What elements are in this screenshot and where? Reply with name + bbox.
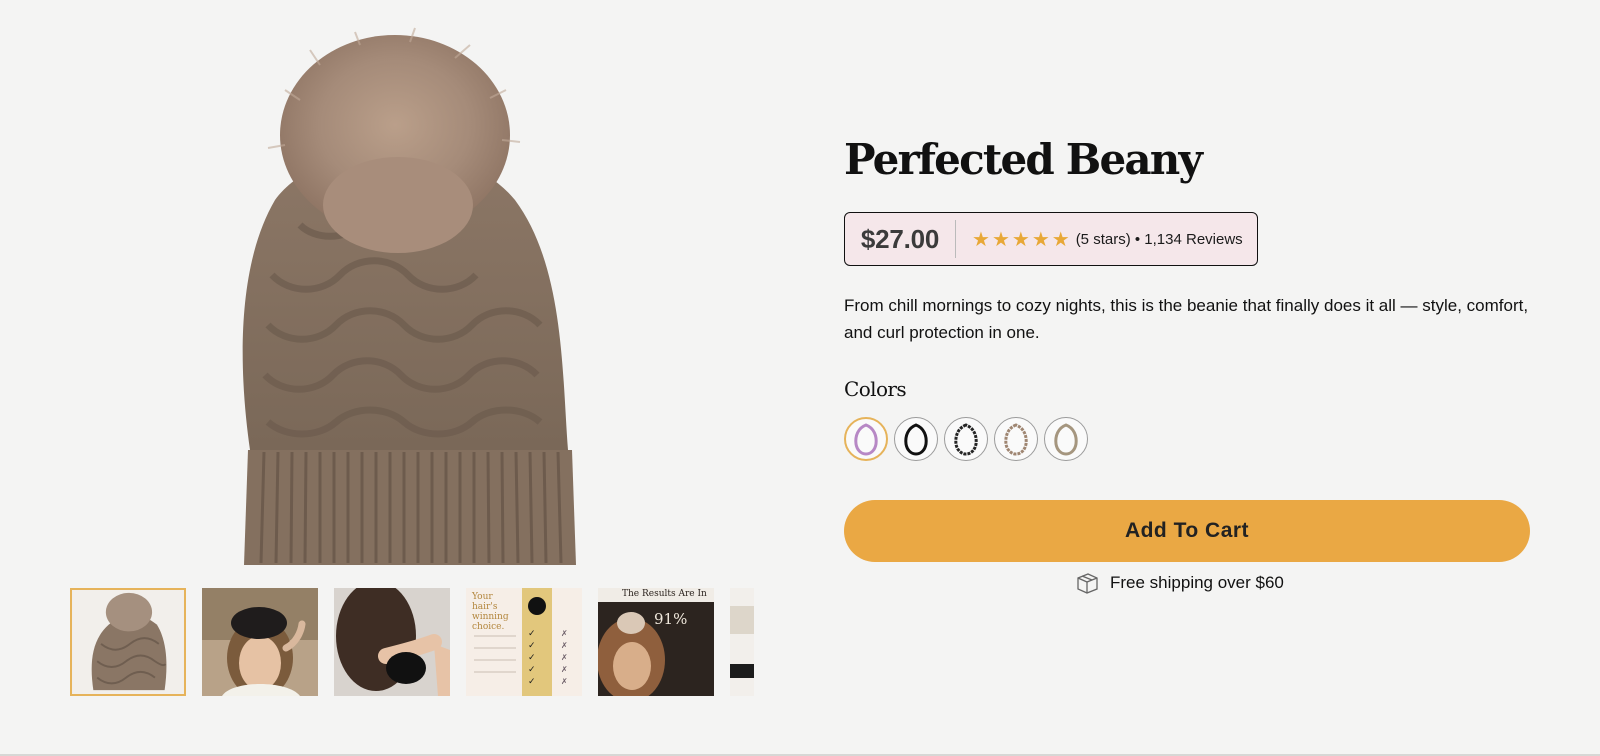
svg-text:✓: ✓ xyxy=(528,653,536,663)
thumbnail-lifestyle-portrait[interactable] xyxy=(202,588,318,696)
svg-text:✗: ✗ xyxy=(561,665,568,674)
thumbnail-partial-panel[interactable] xyxy=(730,588,754,696)
comparison-heading: Your hair's winning choice. xyxy=(472,592,509,632)
package-icon xyxy=(1074,570,1100,596)
star-icon: ★ xyxy=(1031,227,1050,251)
shipping-text: Free shipping over $60 xyxy=(1110,573,1284,592)
colors-label: Colors xyxy=(844,377,907,401)
star-icon: ★ xyxy=(1011,227,1030,251)
thumbnail-product-front[interactable] xyxy=(70,588,186,696)
product-title: Perfected Beany xyxy=(844,135,1203,184)
color-swatch-black[interactable] xyxy=(894,417,938,461)
add-to-cart-button[interactable]: Add To Cart xyxy=(844,500,1530,562)
results-stat: 91% xyxy=(654,610,688,628)
product-gallery: ✓ ✓ ✓ ✓ ✓ ✗ ✗ ✗ ✗ ✗ Your hair's winning choice. xyxy=(0,0,790,756)
product-price: $27.00 xyxy=(860,223,940,254)
star-icon: ★ xyxy=(1051,227,1070,251)
svg-text:✗: ✗ xyxy=(561,677,568,686)
color-swatch-list xyxy=(844,417,1088,461)
price-divider xyxy=(955,220,956,258)
main-product-image xyxy=(180,20,640,570)
price-rating-panel: $27.00 ★ ★ ★ ★ ★ (5 stars) • 1,134 Revie… xyxy=(844,212,1258,266)
color-swatch-taupe[interactable] xyxy=(1044,417,1088,461)
color-swatch-black-knit[interactable] xyxy=(944,417,988,461)
results-heading: The Results Are In xyxy=(622,589,707,599)
color-swatch-pink[interactable] xyxy=(844,417,888,461)
svg-text:✓: ✓ xyxy=(528,629,536,639)
star-icon: ★ xyxy=(991,227,1010,251)
product-details: Perfected Beany $27.00 ★ ★ ★ ★ ★ (5 star… xyxy=(844,0,1544,756)
thumbnail-strip: ✓ ✓ ✓ ✓ ✓ ✗ ✗ ✗ ✗ ✗ Your hair's winning choice. xyxy=(70,588,756,696)
svg-text:✗: ✗ xyxy=(561,641,568,650)
thumbnail-hair-scrunchie[interactable] xyxy=(334,588,450,696)
svg-text:✓: ✓ xyxy=(528,641,536,651)
thumbnail-results-review[interactable]: The Results Are In 91% xyxy=(598,588,714,696)
svg-text:✗: ✗ xyxy=(561,629,568,638)
shipping-note: Free shipping over $60 xyxy=(1074,570,1284,596)
star-icon: ★ xyxy=(972,227,990,251)
color-swatch-tan[interactable] xyxy=(994,417,1038,461)
rating-stars: ★ ★ ★ ★ ★ xyxy=(972,229,1070,249)
product-description: From chill mornings to cozy nights, this… xyxy=(844,296,1529,342)
thumbnail-comparison-chart[interactable]: ✓ ✓ ✓ ✓ ✓ ✗ ✗ ✗ ✗ ✗ Your hair's winning choice. xyxy=(466,588,582,696)
svg-text:✓: ✓ xyxy=(528,677,536,687)
svg-text:✓: ✓ xyxy=(528,665,536,675)
rating-review-count[interactable]: (5 stars) • 1,134 Reviews xyxy=(1076,231,1243,248)
svg-text:✗: ✗ xyxy=(561,653,568,662)
